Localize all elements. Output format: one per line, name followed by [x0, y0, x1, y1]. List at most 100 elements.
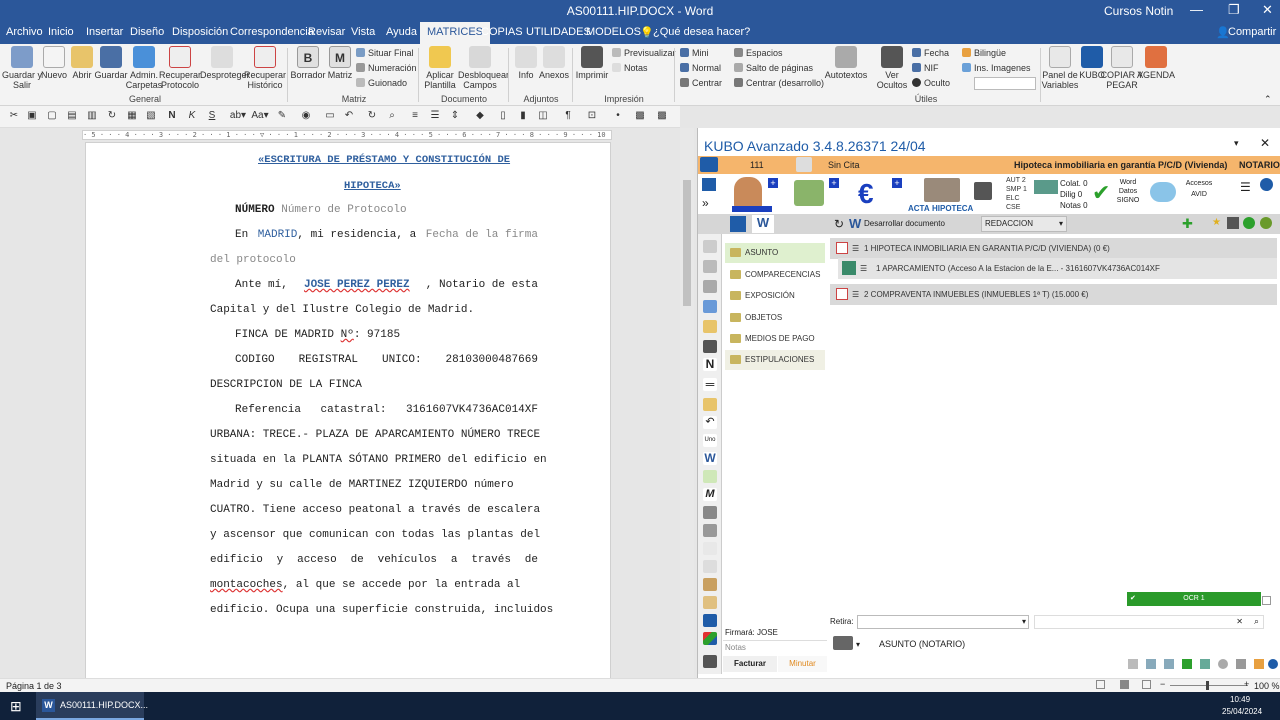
document-scrollbar[interactable] — [680, 128, 694, 678]
tab-disposicion[interactable]: Disposición — [172, 26, 228, 38]
chart-icon[interactable] — [1034, 180, 1058, 194]
highlight-icon[interactable]: ab▾ — [228, 110, 248, 122]
nav-estipulaciones[interactable]: ESTIPULACIONES — [725, 350, 825, 370]
hipoteca-label[interactable]: HIPOTECA — [932, 204, 973, 213]
zoom-in-icon[interactable]: + — [1244, 679, 1249, 689]
salto-paginas-button[interactable]: Salto de páginas — [734, 63, 813, 73]
row-aparcamiento[interactable]: ☰ 1 APARCAMIENTO (Acceso A la Estacion de… — [838, 258, 1277, 279]
tab-archivo[interactable]: Archivo — [6, 26, 43, 38]
chat-icon[interactable] — [1128, 659, 1138, 669]
house-icon[interactable] — [794, 180, 824, 206]
new-small-icon[interactable]: ▢ — [46, 110, 58, 122]
notas-field[interactable]: Notas — [723, 640, 827, 654]
book-icon[interactable] — [730, 216, 746, 232]
phone-icon[interactable] — [1182, 659, 1192, 669]
oculto-button[interactable]: Oculto — [912, 78, 950, 88]
guionado-button[interactable]: Guionado — [356, 78, 407, 88]
expand-icon[interactable]: » — [702, 196, 709, 210]
cloud-icon[interactable] — [1150, 182, 1176, 202]
refresh-kubo-icon[interactable]: ↻ — [834, 217, 844, 231]
zoom-level[interactable]: 100 % — [1254, 681, 1280, 691]
doc-side-icon[interactable] — [703, 560, 717, 573]
pilcrow-icon[interactable]: ¶ — [562, 110, 574, 122]
acta-label[interactable]: ACTA — [908, 204, 930, 213]
tab-insertar[interactable]: Insertar — [86, 26, 123, 38]
expediente-number[interactable]: 111 — [750, 160, 764, 170]
ocr-box-icon[interactable] — [1262, 596, 1271, 605]
collapse-ribbon-icon[interactable]: ⌃ — [1264, 94, 1272, 105]
settings-icon[interactable] — [1218, 659, 1228, 669]
page-side-icon[interactable] — [703, 542, 717, 555]
tab-correspondencia[interactable]: Correspondencia — [230, 26, 314, 38]
nav-exposicion[interactable]: EXPOSICIÓN — [725, 286, 825, 306]
nav-objetos[interactable]: OBJETOS — [725, 308, 825, 328]
nav-comparecencias[interactable]: COMPARECENCIAS — [725, 265, 825, 285]
page-count[interactable]: Página 1 de 3 — [6, 681, 62, 691]
desbloquear-campos-button[interactable]: Desbloquear Campos — [458, 46, 509, 90]
add-green-icon[interactable]: ✚ — [1182, 216, 1193, 232]
web-layout-icon[interactable] — [1142, 680, 1151, 689]
close-icon[interactable]: ✕ — [1262, 2, 1273, 18]
nav-asunto[interactable]: ASUNTO — [725, 243, 825, 263]
brush-side-icon[interactable] — [703, 596, 717, 609]
taskbar-word-item[interactable]: W AS00111.HIP.DOCX... — [36, 692, 148, 720]
paste-small-icon[interactable]: ▭ — [324, 110, 336, 122]
nif-button[interactable]: NIF — [912, 63, 939, 73]
bold-icon[interactable]: N — [166, 110, 178, 122]
row-hipoteca[interactable]: ☰ 1 HIPOTECA INMOBILIARIA EN GARANTIA P/C… — [830, 238, 1277, 259]
desproteger-button[interactable]: Desproteger — [200, 46, 250, 80]
folder-small-icon[interactable]: ▥ — [86, 110, 98, 122]
tab-modelos[interactable]: MODELOS — [586, 26, 641, 38]
bilingue-button[interactable]: Bilingüe — [962, 48, 1006, 58]
tab-utilidades[interactable]: UTILIDADES — [526, 26, 591, 38]
cross-colors-icon[interactable] — [703, 632, 717, 645]
equals-icon[interactable]: ═ — [703, 378, 717, 391]
printer-side-icon[interactable] — [703, 524, 717, 537]
clear-search-icon[interactable]: ✕ — [1236, 617, 1243, 626]
share-button[interactable]: Compartir — [1228, 26, 1276, 38]
print-layout-icon[interactable] — [1120, 680, 1129, 689]
fecha-button[interactable]: Fecha — [912, 48, 949, 58]
wrench-icon[interactable] — [1236, 659, 1246, 669]
add-payment-icon[interactable]: + — [892, 178, 902, 188]
ins-imagenes-button[interactable]: Ins. Imagenes — [962, 63, 1031, 73]
user-name[interactable]: Cursos Notin — [1104, 4, 1173, 18]
pencil-side-icon[interactable] — [703, 398, 717, 411]
redaccion-dropdown[interactable]: REDACCION ▾ — [981, 216, 1067, 232]
page-small-icon[interactable]: ▦ — [126, 110, 138, 122]
word-datos-signo[interactable]: Word Datos SIGNO — [1116, 178, 1140, 205]
previsualizar-button[interactable]: Previsualizar — [612, 48, 676, 58]
printer-kubo-icon[interactable] — [974, 182, 992, 200]
spacing-icon[interactable]: ⇕ — [449, 110, 461, 122]
document-page[interactable]: «ESCRITURA DE PRÉSTAMO Y CONSTITUCIÓN DE… — [85, 142, 611, 678]
uno-icon[interactable]: Uno — [703, 434, 717, 447]
folder-dark-icon[interactable] — [833, 636, 853, 650]
italic-icon[interactable]: K — [186, 110, 198, 122]
checkmark-icon[interactable]: ✔ — [1092, 180, 1110, 206]
word-side-icon[interactable]: W — [703, 452, 717, 465]
network-icon[interactable] — [1200, 659, 1210, 669]
autotextos-button[interactable]: Autotextos — [824, 46, 868, 80]
find-icon[interactable]: ⌕ — [386, 110, 398, 122]
align-icon[interactable]: ☰ — [429, 110, 441, 122]
zoom-out-icon[interactable]: − — [1160, 679, 1165, 689]
clock-time[interactable]: 10:49 — [1230, 695, 1250, 704]
font-size-icon[interactable]: Aa▾ — [250, 110, 270, 122]
agenda-button[interactable]: AGENDA — [1134, 46, 1178, 80]
save-side-icon[interactable] — [703, 340, 717, 353]
open-small-icon[interactable]: ▤ — [66, 110, 78, 122]
transfer-side-icon[interactable] — [703, 614, 717, 627]
aplicar-plantilla-button[interactable]: Aplicar Plantilla — [418, 46, 462, 90]
sync-icon[interactable] — [1243, 217, 1255, 229]
imprimir-button[interactable]: Imprimir — [570, 46, 614, 80]
n-icon[interactable]: N — [703, 358, 717, 371]
windows-start-icon[interactable]: ⊞ — [10, 698, 22, 715]
minimize-icon[interactable]: — — [1190, 2, 1203, 17]
page-view-icon[interactable]: ▮ — [517, 110, 529, 122]
pen-icon[interactable] — [703, 260, 717, 273]
library-icon[interactable] — [703, 655, 717, 668]
scroll-thumb[interactable] — [683, 180, 691, 306]
folder-side-icon[interactable] — [703, 320, 717, 333]
image-side-icon[interactable] — [703, 300, 717, 313]
ruler-scale[interactable]: · 5 · · · 4 · · · 3 · · · 2 · · · 1 · · … — [82, 130, 612, 140]
